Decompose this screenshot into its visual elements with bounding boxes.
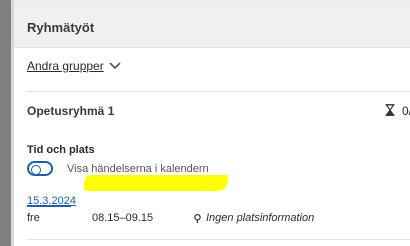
chevron-down-icon[interactable] [109,62,121,70]
redaction-highlight [83,175,228,191]
group-count: 0/ [402,104,410,118]
event-location: Ingen platsinformation [206,212,315,224]
location-pin-icon [194,214,201,223]
time-place-title: Tid och plats [27,144,95,156]
date-underline [27,206,71,207]
event-weekday: fre [27,212,40,224]
header-band: Ryhmätyöt [14,7,410,48]
hourglass-icon [385,104,395,116]
left-rail [0,0,11,246]
divider [27,91,410,92]
show-in-calendar-label: Visa händelserna i kalendern [67,163,209,175]
page-title: Ryhmätyöt [27,20,95,35]
other-groups-link[interactable]: Andra grupper [27,59,104,73]
group-name: Opetusryhmä 1 [27,104,115,118]
bottom-divider [27,239,410,240]
show-in-calendar-toggle[interactable] [27,161,53,176]
top-strip [14,0,410,7]
group-work-panel: Ryhmätyöt Andra grupper Opetusryhmä 1 0/… [14,7,410,246]
toggle-knob [31,165,41,175]
event-time: 08.15–09.15 [92,212,154,224]
